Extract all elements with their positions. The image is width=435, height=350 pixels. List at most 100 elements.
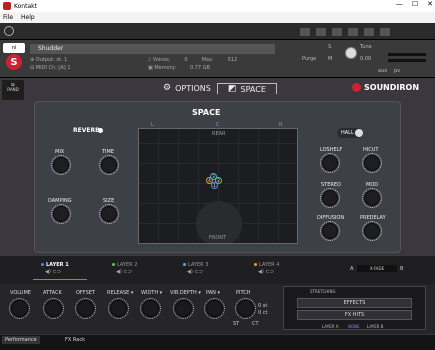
pitch-ct-value[interactable]: 0 ct xyxy=(258,310,267,316)
xfade-a-label: A xyxy=(350,266,354,272)
layer-a-label[interactable]: LAYER A xyxy=(322,324,339,329)
ct-toggle[interactable]: CT xyxy=(252,321,259,327)
speaker-icon[interactable] xyxy=(364,28,374,36)
keyboard-icon[interactable] xyxy=(316,28,326,36)
menu-bar: File Help xyxy=(0,12,435,23)
offset-knob[interactable] xyxy=(75,298,96,319)
offset-label: OFFSET xyxy=(76,290,95,296)
tab-fx-rack[interactable]: FX Rack xyxy=(62,336,88,344)
maximize-button[interactable]: ☐ xyxy=(412,0,418,8)
memory-value: 0.77 GB xyxy=(189,65,210,71)
tune-label: Tune xyxy=(360,44,372,50)
mod-knob[interactable] xyxy=(362,188,382,208)
level-meter-l xyxy=(388,53,426,56)
window-title: Kontakt xyxy=(14,2,37,10)
purge-button[interactable]: Purge xyxy=(302,56,316,62)
layer-2-tab[interactable]: LAYER 2 xyxy=(117,262,137,268)
none-label[interactable]: NONE xyxy=(348,324,360,329)
hicut-knob[interactable] xyxy=(362,153,382,173)
tune-value: 0.00 xyxy=(360,56,372,62)
vib-depth-label[interactable]: VIB.DEPTH ▾ xyxy=(170,290,201,296)
damping-knob[interactable] xyxy=(51,204,71,224)
space-icon: ◩ xyxy=(228,84,237,94)
volume-knob[interactable] xyxy=(9,298,30,319)
active-layer-underline xyxy=(33,279,87,280)
layer-3-controls[interactable]: ◀) ⊂⊃ xyxy=(187,269,203,275)
effects-button[interactable]: EFFECTS xyxy=(297,298,412,308)
instrument-header: ni S Shudder ⊕ Output: st. 1 ⊟ MIDI Ch: … xyxy=(0,40,435,78)
loshelf-knob[interactable] xyxy=(320,153,340,173)
stereo-knob[interactable] xyxy=(320,188,340,208)
source-3-handle[interactable]: 3 xyxy=(210,173,217,180)
st-toggle[interactable]: ST xyxy=(233,321,239,327)
layer-4-controls[interactable]: ◀) ⊂⊃ xyxy=(258,269,274,275)
brand-logo: ni xyxy=(3,43,25,53)
reverb-label: REVERB xyxy=(73,127,100,134)
attack-knob[interactable] xyxy=(43,298,64,319)
source-1-handle[interactable]: 1 xyxy=(211,182,218,189)
diffusion-knob[interactable] xyxy=(320,221,340,241)
tune-knob[interactable] xyxy=(345,47,357,59)
time-knob[interactable] xyxy=(99,155,119,175)
vib-depth-knob[interactable] xyxy=(173,298,194,319)
layer-2-controls[interactable]: ◀) ⊂⊃ xyxy=(116,269,132,275)
xfade-b-label: B xyxy=(400,266,404,272)
layer-1-tab[interactable]: LAYER 1 xyxy=(46,262,69,268)
menu-help[interactable]: Help xyxy=(21,14,35,21)
window-titlebar: Kontakt — ☐ ✕ xyxy=(0,0,435,12)
layer-1-indicator xyxy=(41,263,44,266)
stereo-room-field[interactable]: REAR FRONT 4 2 3 1 xyxy=(138,128,298,244)
gear-icon: ⚙ xyxy=(163,83,172,93)
layer-b-label[interactable]: LAYER B xyxy=(367,324,384,329)
tab-options[interactable]: ⚙ OPTIONS xyxy=(163,83,211,93)
output-label[interactable]: ⊕ Output: st. 1 xyxy=(30,57,67,63)
size-knob[interactable] xyxy=(99,204,119,224)
rand-button[interactable]: ⚄ RAND xyxy=(2,80,24,100)
voices-label: ♪ Voices: xyxy=(148,57,171,63)
tab-performance[interactable]: Performance xyxy=(2,336,40,344)
nav-icon[interactable] xyxy=(300,28,310,36)
layer-1-controls[interactable]: ◀) ⊂⊃ xyxy=(45,269,61,275)
tab-space-label: SPACE xyxy=(240,84,266,94)
pitch-st-value[interactable]: 0 st xyxy=(258,303,267,309)
layer-3-tab[interactable]: LAYER 3 xyxy=(188,262,208,268)
mute-button[interactable]: M xyxy=(328,56,332,62)
instrument-name[interactable]: Shudder xyxy=(30,44,275,54)
pitch-knob[interactable] xyxy=(235,298,256,319)
layer-4-indicator xyxy=(254,263,257,266)
width-knob[interactable] xyxy=(140,298,161,319)
tab-space[interactable]: ◩ SPACE xyxy=(217,83,277,94)
layer-4-tab[interactable]: LAYER 4 xyxy=(259,262,279,268)
soundiron-brand: SOUNDIRON xyxy=(352,83,419,92)
kontakt-logo-icon[interactable] xyxy=(4,26,14,36)
fx-hits-button[interactable]: FX HITS xyxy=(297,310,412,320)
xfade-slider[interactable]: X-FADE xyxy=(357,265,397,272)
pan-label[interactable]: PAN ▾ xyxy=(206,290,220,296)
pan-knob[interactable] xyxy=(204,298,225,319)
menu-file[interactable]: File xyxy=(3,14,13,21)
close-button[interactable]: ✕ xyxy=(427,0,433,8)
voices-value: 0 xyxy=(184,57,188,63)
release-label[interactable]: RELEASE ▾ xyxy=(107,290,133,296)
pitch-label: PITCH xyxy=(236,290,251,296)
level-meter-r xyxy=(388,59,426,62)
minimize-button[interactable]: — xyxy=(396,0,403,8)
reverb-toggle[interactable] xyxy=(98,128,103,133)
release-knob[interactable] xyxy=(108,298,129,319)
hall-led xyxy=(355,129,363,137)
aux-button[interactable]: aux xyxy=(378,68,387,74)
room-rear-label: REAR xyxy=(212,131,226,137)
settings-icon[interactable] xyxy=(380,28,390,36)
mix-knob[interactable] xyxy=(51,155,71,175)
width-label[interactable]: WIDTH ▾ xyxy=(141,290,162,296)
attack-label: ATTACK xyxy=(43,290,62,296)
disk-icon[interactable] xyxy=(348,28,358,36)
toolbar xyxy=(0,23,435,40)
tab-options-label: OPTIONS xyxy=(175,83,211,93)
solo-button[interactable]: S xyxy=(328,44,331,50)
predelay-knob[interactable] xyxy=(362,221,382,241)
brand-label: SOUNDIRON xyxy=(364,83,420,92)
pv-button[interactable]: pv xyxy=(394,68,400,74)
tempo-icon[interactable] xyxy=(332,28,342,36)
midi-label[interactable]: ⊟ MIDI Ch: [A] 1 xyxy=(30,65,71,71)
